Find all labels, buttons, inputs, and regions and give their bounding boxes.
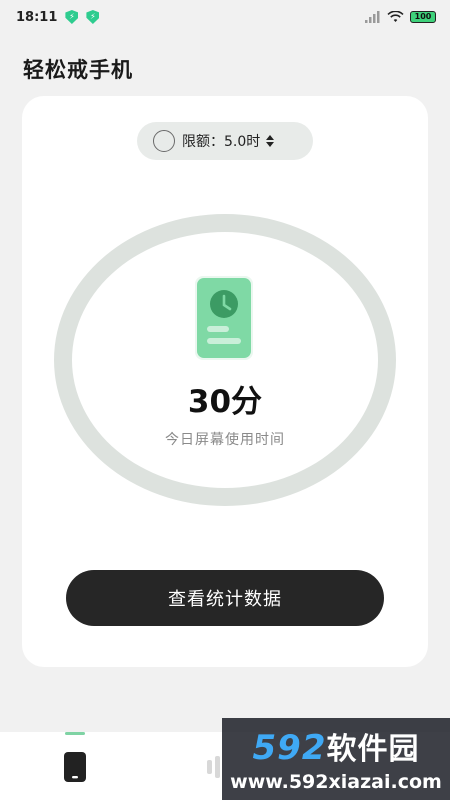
battery-icon: 100	[410, 11, 436, 23]
watermark-logo: 592软件园	[222, 724, 450, 768]
shield-icon: ⚡	[86, 10, 100, 24]
nav-phone-icon[interactable]	[64, 752, 86, 782]
watermark-number: 592	[252, 728, 327, 768]
status-bar: 18:11 ⚡ ⚡ 100	[0, 0, 450, 34]
limit-label: 限额：5.0时	[182, 134, 261, 150]
shield-icon: ⚡	[65, 10, 79, 24]
nav-active-indicator	[65, 732, 85, 735]
watermark-brand: 软件园	[326, 732, 420, 767]
view-stats-button[interactable]: 查看统计数据	[66, 570, 384, 626]
limit-selector[interactable]: 限额：5.0时	[137, 122, 313, 160]
sort-arrows-icon	[266, 135, 275, 147]
status-icons: 100	[365, 11, 436, 23]
watermark: 592软件园 www.592xiazai.com	[222, 718, 450, 800]
limit-radio[interactable]	[153, 130, 175, 152]
signal-icon	[365, 11, 380, 23]
phone-clock-icon	[193, 274, 255, 362]
watermark-url: www.592xiazai.com	[230, 771, 442, 793]
usage-value: 30分	[187, 384, 263, 420]
usage-card: 限额：5.0时 30分 今日屏幕使用时间 查看统计数据	[22, 96, 428, 667]
usage-caption: 今日屏幕使用时间	[165, 432, 285, 448]
wifi-icon	[387, 11, 404, 22]
status-time: 18:11	[16, 9, 58, 25]
page-title: 轻松戒手机	[23, 58, 133, 82]
